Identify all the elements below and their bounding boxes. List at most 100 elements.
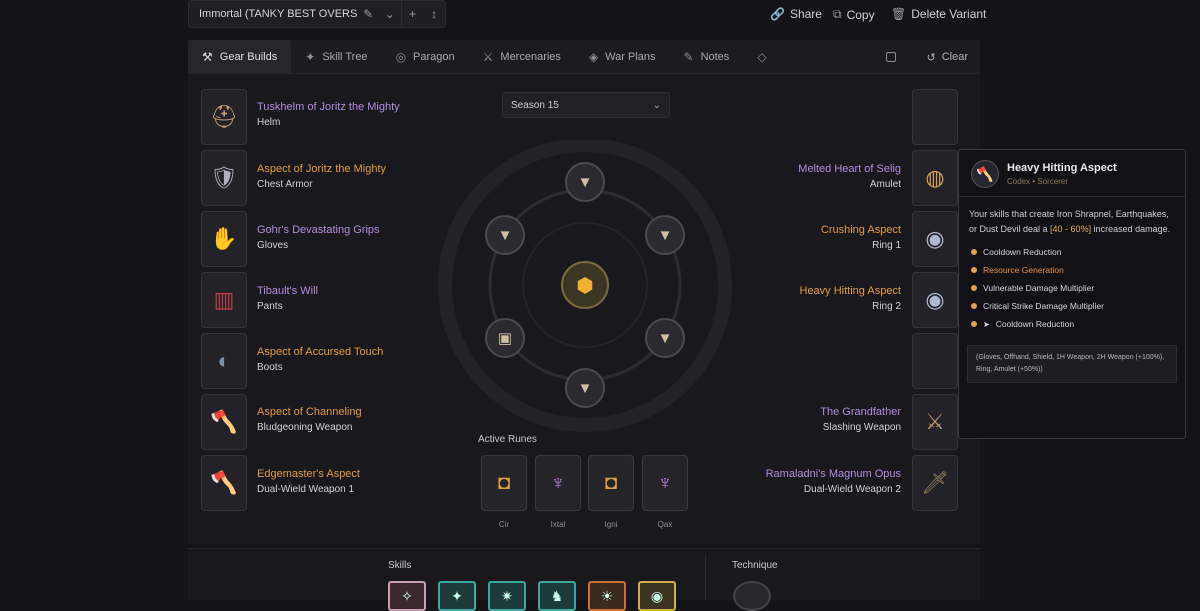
technique-label: Technique bbox=[732, 560, 778, 571]
gear-slot-empty[interactable] bbox=[912, 333, 958, 389]
tab-war-plans[interactable]: ◈ War Plans bbox=[575, 40, 670, 74]
skill-slot[interactable]: ✷ bbox=[488, 581, 526, 611]
bullet-icon bbox=[971, 321, 977, 327]
season-value: Season 15 bbox=[511, 99, 559, 111]
affix-row: ➤ Cooldown Reduction bbox=[959, 315, 1185, 333]
desc-range: [40 - 60%] bbox=[1050, 224, 1092, 234]
tab-gear-builds[interactable]: ⚒ Gear Builds bbox=[188, 39, 292, 74]
item-tooltip: 🪓 Heavy Hitting Aspect Codex • Sorcerer … bbox=[958, 149, 1186, 439]
gear-slot-slashing-weapon[interactable]: ⚔ bbox=[912, 394, 958, 450]
gear-item-dual-wield-1: Edgemaster's Aspect Dual-Wield Weapon 1 bbox=[257, 467, 447, 495]
item-type: Helm bbox=[257, 117, 281, 128]
item-type: Dual-Wield Weapon 1 bbox=[257, 484, 355, 495]
gear-item-gloves: Gohr's Devastating Grips Gloves bbox=[257, 223, 447, 251]
skill-icon: ✦ bbox=[451, 587, 463, 604]
tab-label: War Plans bbox=[605, 50, 656, 63]
chest-armor-icon: 🛡 bbox=[210, 165, 238, 190]
copy-button[interactable]: ⧉ Copy bbox=[833, 7, 875, 22]
refresh-icon: ↺ bbox=[926, 51, 936, 64]
reorder-icon[interactable]: ↕ bbox=[423, 7, 445, 21]
skill-slot[interactable]: ◉ bbox=[638, 581, 676, 611]
bullet-icon bbox=[971, 249, 977, 255]
rune-icon: ◘ bbox=[497, 471, 511, 494]
gear-slot-amulet[interactable]: ◍ bbox=[912, 150, 958, 206]
technique-slot[interactable] bbox=[733, 581, 771, 611]
boots-icon: ◐ bbox=[217, 348, 231, 373]
item-name: Aspect of Accursed Touch bbox=[257, 346, 384, 358]
skill-icon: ✷ bbox=[501, 587, 513, 604]
rune-slot[interactable]: ♆ bbox=[642, 455, 688, 511]
socket-top[interactable]: ▼ bbox=[565, 162, 605, 202]
tab-label: Paragon bbox=[413, 50, 455, 63]
trash-icon: 🗑 bbox=[891, 7, 907, 21]
delete-variant-button[interactable]: 🗑 Delete Variant bbox=[891, 7, 986, 21]
gear-slot-ring-2[interactable]: ◉ bbox=[912, 272, 958, 328]
rune-caption: Cir bbox=[498, 520, 510, 529]
tab-extra[interactable]: ◇ bbox=[743, 40, 780, 74]
skill-tree-icon: ✦ bbox=[305, 49, 316, 64]
tab-mercenaries[interactable]: ⚔ Mercenaries bbox=[469, 40, 575, 74]
gear-item-dual-wield-2: Ramaladni's Magnum Opus Dual-Wield Weapo… bbox=[711, 467, 901, 495]
gear-builds-icon: ⚒ bbox=[202, 49, 213, 64]
active-runes-label: Active Runes bbox=[478, 434, 537, 445]
gear-slot-boots[interactable]: ◐ bbox=[201, 333, 247, 389]
item-type: Pants bbox=[257, 301, 283, 312]
socket-upper-left[interactable]: ▼ bbox=[485, 215, 525, 255]
season-select[interactable]: Season 15 ⌄ bbox=[502, 92, 670, 118]
socket-upper-right[interactable]: ▼ bbox=[645, 215, 685, 255]
sword-icon: ⚔ bbox=[925, 409, 945, 434]
add-icon[interactable]: + bbox=[402, 7, 424, 21]
tab-paragon[interactable]: ◎ Paragon bbox=[382, 40, 469, 74]
socket-lower-left[interactable]: ▣ bbox=[485, 318, 525, 358]
gear-slot-pants[interactable]: ▥ bbox=[201, 272, 247, 328]
socket-bottom[interactable]: ▼ bbox=[565, 368, 605, 408]
tab-label: Mercenaries bbox=[500, 50, 561, 63]
helm-icon: ⛑ bbox=[210, 104, 238, 129]
checkbox-icon[interactable] bbox=[886, 52, 897, 62]
affix-label: Cooldown Reduction bbox=[995, 319, 1075, 329]
tooltip-subtitle: Codex • Sorcerer bbox=[1007, 177, 1069, 186]
skills-panel bbox=[188, 548, 980, 600]
tab-label: Gear Builds bbox=[219, 50, 278, 63]
skill-slot[interactable]: ☀ bbox=[588, 581, 626, 611]
tab-label: Skill Tree bbox=[322, 50, 368, 63]
skill-slot[interactable]: ✦ bbox=[438, 581, 476, 611]
skill-slot[interactable]: ✧ bbox=[388, 581, 426, 611]
axe-icon: 🪓 bbox=[210, 409, 238, 434]
gear-slot-bludgeoning-weapon[interactable]: 🪓 bbox=[201, 394, 247, 450]
rune-slot[interactable]: ♆ bbox=[535, 455, 581, 511]
rune-caption: Ixtal bbox=[550, 520, 566, 529]
tab-skill-tree[interactable]: ✦ Skill Tree bbox=[291, 40, 381, 74]
affix-row: Cooldown Reduction bbox=[959, 243, 1185, 261]
gear-slot-dual-wield-1[interactable]: 🪓 bbox=[201, 455, 247, 511]
skill-slot[interactable]: ♞ bbox=[538, 581, 576, 611]
affix-label: Vulnerable Damage Multiplier bbox=[983, 283, 1095, 293]
item-name: Edgemaster's Aspect bbox=[257, 468, 360, 480]
clear-label: Clear bbox=[941, 51, 968, 63]
gear-slot-ring-1[interactable]: ◉ bbox=[912, 211, 958, 267]
share-button[interactable]: 🔗 Share bbox=[770, 7, 822, 21]
tab-notes[interactable]: ✎ Notes bbox=[670, 40, 744, 74]
socket-lower-right[interactable]: ▼ bbox=[645, 318, 685, 358]
rune-slot[interactable]: ◘ bbox=[481, 455, 527, 511]
axe-icon: 🪓 bbox=[210, 470, 238, 495]
gear-slot-gloves[interactable]: ✋ bbox=[201, 211, 247, 267]
gear-slot-empty[interactable] bbox=[912, 89, 958, 145]
rune-icon: ◘ bbox=[604, 471, 618, 494]
copy-icon: ⧉ bbox=[833, 7, 842, 21]
item-type: Chest Armor bbox=[257, 179, 313, 190]
gear-item-helm: Tuskhelm of Joritz the Mighty Helm bbox=[257, 100, 447, 128]
socket-center[interactable]: ⬢ bbox=[561, 261, 609, 309]
skill-icon: ♞ bbox=[550, 587, 564, 604]
gear-slot-helm[interactable]: ⛑ bbox=[201, 89, 247, 145]
chevron-down-icon[interactable]: ⌄ bbox=[379, 7, 401, 21]
affix-label: Cooldown Reduction bbox=[983, 247, 1062, 257]
rune-slot[interactable]: ◘ bbox=[588, 455, 634, 511]
affix-label: Resource Generation bbox=[983, 265, 1064, 275]
edit-icon[interactable]: ✎ bbox=[357, 7, 379, 21]
variant-selector[interactable]: Immortal (TANKY BEST OVERS ✎ ⌄ + ↕ bbox=[188, 0, 446, 28]
gear-slot-dual-wield-2[interactable]: 🗡 bbox=[912, 455, 958, 511]
gear-slot-chest[interactable]: 🛡 bbox=[201, 150, 247, 206]
clear-button[interactable]: ↺ Clear bbox=[886, 40, 968, 74]
tooltip-title: Heavy Hitting Aspect bbox=[1007, 162, 1117, 174]
